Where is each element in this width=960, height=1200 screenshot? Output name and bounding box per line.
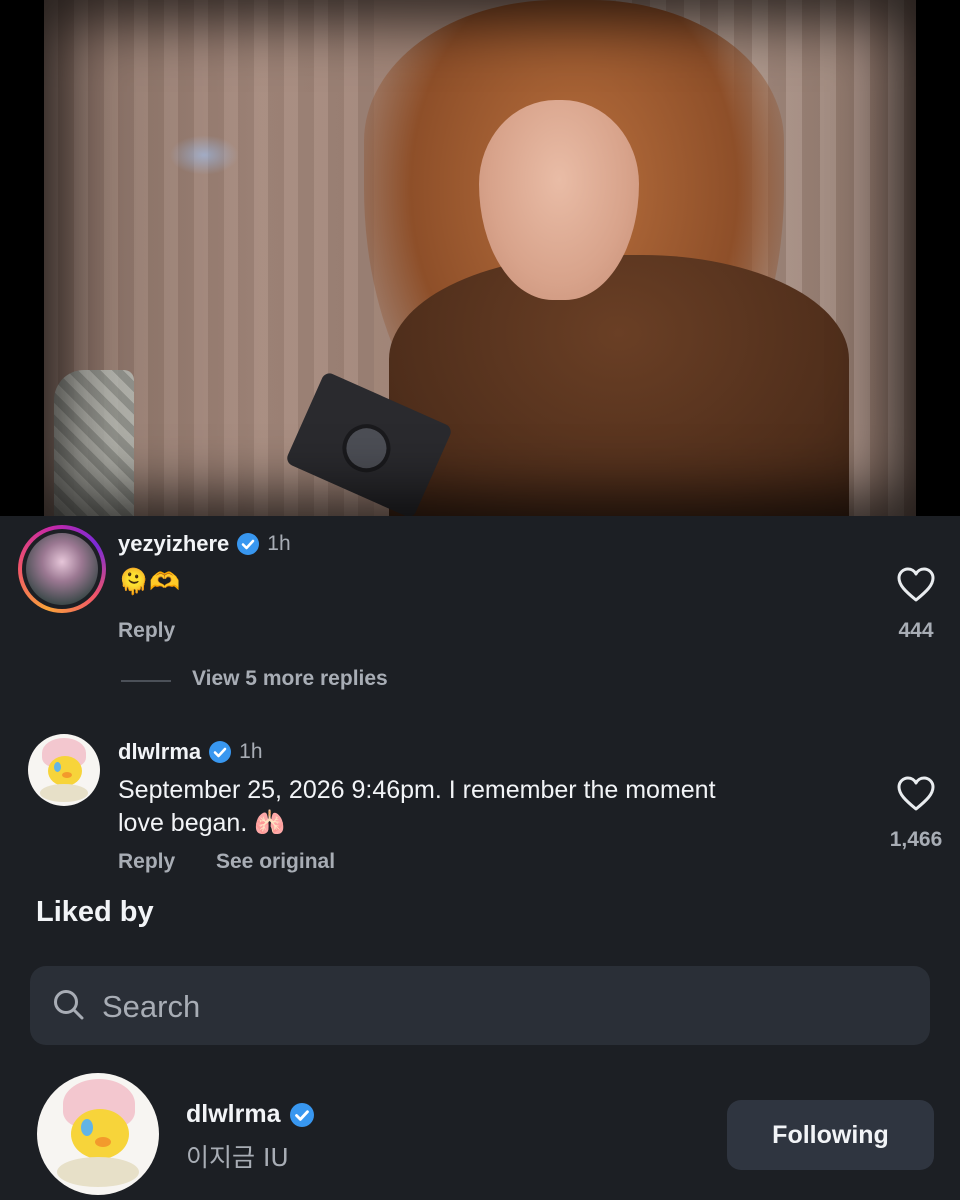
liker-avatar[interactable] — [37, 1073, 159, 1195]
post-photo[interactable] — [0, 0, 960, 516]
comment-like-count: 1,466 — [889, 828, 943, 851]
reply-button[interactable]: Reply — [118, 619, 175, 643]
comment-like-count: 444 — [898, 619, 934, 642]
avatar[interactable] — [28, 734, 100, 806]
search-bar[interactable] — [30, 966, 930, 1047]
avatar-beak — [62, 772, 72, 778]
liker-name-row: dlwlrma — [186, 1100, 315, 1129]
comment-text-line-2: love began. 🫁 — [118, 809, 286, 837]
comment-header: dlwlrma 1h — [118, 739, 263, 765]
comment-username[interactable]: dlwlrma — [118, 739, 201, 765]
search-icon — [54, 990, 84, 1020]
photo-content — [44, 0, 916, 516]
reply-button[interactable]: Reply — [118, 850, 175, 874]
replies-divider — [121, 680, 171, 682]
view-more-replies-button[interactable]: View 5 more replies — [192, 667, 388, 691]
verified-badge-icon — [290, 1102, 315, 1127]
verified-badge-icon — [237, 533, 260, 555]
comment-timestamp: 1h — [239, 740, 263, 763]
liker-username[interactable]: dlwlrma — [186, 1100, 280, 1129]
avatar-collar — [57, 1157, 139, 1187]
avatar-collar — [40, 784, 88, 802]
avatar-eye — [54, 762, 61, 772]
avatar-eye — [81, 1119, 93, 1136]
comment-username[interactable]: yezyizhere — [118, 531, 229, 557]
comment-text: 🫠🫶 — [118, 568, 181, 596]
comment-text-line-1: September 25, 2026 9:46pm. I remember th… — [118, 776, 716, 804]
avatar-face — [71, 1109, 129, 1159]
heart-icon[interactable] — [897, 567, 935, 603]
verified-badge-icon — [209, 741, 232, 763]
liker-full-name: 이지금 IU — [186, 1143, 289, 1172]
commenter-avatar-story-ring[interactable] — [18, 525, 106, 613]
see-original-button[interactable]: See original — [216, 850, 335, 874]
liked-by-title: Liked by — [36, 896, 154, 928]
search-input[interactable] — [100, 966, 904, 1047]
comment-timestamp: 1h — [267, 532, 291, 555]
heart-icon[interactable] — [897, 776, 935, 812]
avatar-beak — [95, 1137, 111, 1147]
avatar-face — [48, 756, 82, 786]
photo-vignette — [44, 0, 916, 516]
comment-header: yezyizhere 1h — [118, 531, 291, 557]
following-button[interactable]: Following — [727, 1100, 934, 1170]
avatar — [26, 533, 98, 605]
